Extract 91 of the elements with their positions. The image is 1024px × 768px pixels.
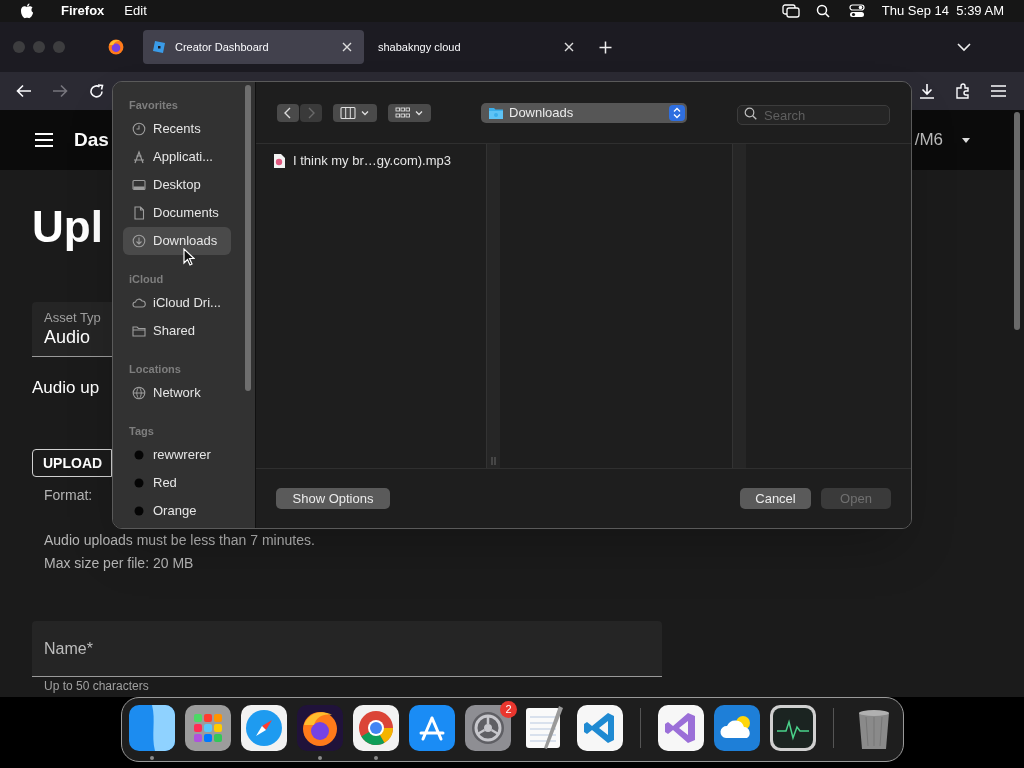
search-icon[interactable] <box>815 4 830 18</box>
icon-view-button[interactable] <box>388 103 431 122</box>
app-menu[interactable]: Firefox <box>61 1 105 21</box>
upload-button[interactable]: UPLOAD <box>32 449 112 477</box>
tag-dot-icon <box>132 448 146 462</box>
format-note: Format: <box>44 487 93 503</box>
sidebar-item[interactable]: Orange <box>123 497 231 525</box>
site-title: Das <box>74 127 109 152</box>
field-value: Audio <box>44 326 92 348</box>
flame-globe-icon[interactable] <box>297 705 343 751</box>
close-icon[interactable] <box>564 42 574 52</box>
field-placeholder: Name* <box>44 638 93 659</box>
plus-icon[interactable] <box>599 40 612 54</box>
forward-arrow-icon <box>52 84 68 98</box>
screen-mirroring-icon[interactable] <box>781 4 800 18</box>
ribbon-icon[interactable] <box>577 705 623 751</box>
tab-title: Creator Dashboard <box>175 39 270 55</box>
close-icon[interactable] <box>342 42 352 52</box>
pulse-monitor-icon[interactable] <box>770 705 816 751</box>
section-heading: iCloud <box>128 272 165 287</box>
audio-note: Audio up <box>32 378 100 398</box>
sidebar-item[interactable]: rewwrerer <box>123 441 231 469</box>
back-arrow-icon[interactable] <box>16 84 32 98</box>
resize-handle-icon[interactable] <box>491 457 496 465</box>
menu-icon[interactable] <box>991 85 1006 97</box>
tag-dot-icon <box>132 504 146 518</box>
control-center-icon[interactable] <box>848 4 865 18</box>
menu-icon[interactable] <box>35 133 53 147</box>
back-button[interactable] <box>277 103 299 122</box>
sidebar-item[interactable]: Documents <box>123 199 231 227</box>
caret-down-icon[interactable] <box>962 137 970 143</box>
search-field[interactable]: Search <box>737 105 890 125</box>
audio-file-icon <box>273 154 285 168</box>
reload-icon[interactable] <box>89 83 104 99</box>
flame-globe-icon <box>107 38 125 56</box>
sidebar-item[interactable]: Desktop <box>123 171 231 199</box>
ribbon-icon[interactable] <box>658 705 704 751</box>
location-dropdown[interactable]: Downloads <box>481 102 687 123</box>
limit-note: Audio uploads must be less than 7 minutes. <box>44 531 315 550</box>
folder-icon <box>132 324 146 338</box>
compass-icon[interactable] <box>241 705 287 751</box>
cursor-icon <box>183 248 195 266</box>
browser-tab[interactable]: Creator Dashboard <box>143 30 364 64</box>
show-options-button[interactable]: Show Options <box>276 488 390 509</box>
gear-icon[interactable] <box>465 705 511 751</box>
tag-dot-icon <box>132 476 146 490</box>
clock: Thu Sep 14 5:39 AM <box>881 2 1004 21</box>
scrollbar-thumb[interactable] <box>245 85 251 391</box>
split-tile-icon[interactable] <box>129 705 175 751</box>
section-heading: Tags <box>128 424 155 439</box>
folder-icon <box>489 106 503 119</box>
clock-icon <box>132 122 146 136</box>
asset-type-field[interactable]: Asset Typ Audio <box>32 302 112 357</box>
field-hint: Up to 50 characters <box>43 679 149 693</box>
download-icon[interactable] <box>919 83 935 99</box>
sidebar-item[interactable]: Network <box>123 379 231 407</box>
cancel-button[interactable]: Cancel <box>740 488 811 509</box>
document-icon <box>132 206 146 220</box>
search-icon <box>744 106 757 120</box>
globe-icon <box>132 386 146 400</box>
sidebar-item[interactable]: iCloud Dri... <box>123 289 231 317</box>
field-label: Asset Typ <box>44 310 102 326</box>
browser-tab[interactable]: shabakngy cloud <box>365 30 586 64</box>
puzzle-icon[interactable] <box>955 83 971 99</box>
menu-item[interactable]: Edit <box>124 1 147 21</box>
sidebar-item[interactable]: Recents <box>123 115 231 143</box>
sidebar-item[interactable]: Applicati... <box>123 143 231 171</box>
notification-badge: 2 <box>500 701 517 718</box>
color-grid-icon[interactable] <box>185 705 231 751</box>
file-item[interactable]: I think my br…gy.com).mp3 <box>273 153 486 169</box>
page-heading: Upl <box>32 202 103 252</box>
monitor-icon <box>132 178 146 192</box>
download-icon <box>132 234 146 248</box>
account-name[interactable]: /M6 <box>914 127 943 153</box>
sidebar-item[interactable]: Red <box>123 469 231 497</box>
column-view-button[interactable] <box>333 103 377 122</box>
section-heading: Locations <box>128 362 182 377</box>
chevron-down-icon[interactable] <box>957 42 971 52</box>
name-field[interactable]: Name* <box>32 621 662 677</box>
section-heading: Favorites <box>128 98 179 113</box>
tab-title: shabakngy cloud <box>378 39 462 55</box>
limit-note: Max size per file: 20 MB <box>44 554 194 573</box>
sidebar-item[interactable]: Shared <box>123 317 231 345</box>
stepper-icon <box>669 104 685 121</box>
strokes-tile-icon[interactable] <box>409 705 455 751</box>
sidebar-item[interactable]: Downloads <box>123 227 231 255</box>
app-symbol-icon <box>132 150 146 164</box>
cloud-icon <box>132 296 146 310</box>
cloud-sun-icon[interactable] <box>714 705 760 751</box>
scrollbar-thumb[interactable] <box>1014 112 1020 330</box>
apple-icon[interactable] <box>20 3 34 19</box>
